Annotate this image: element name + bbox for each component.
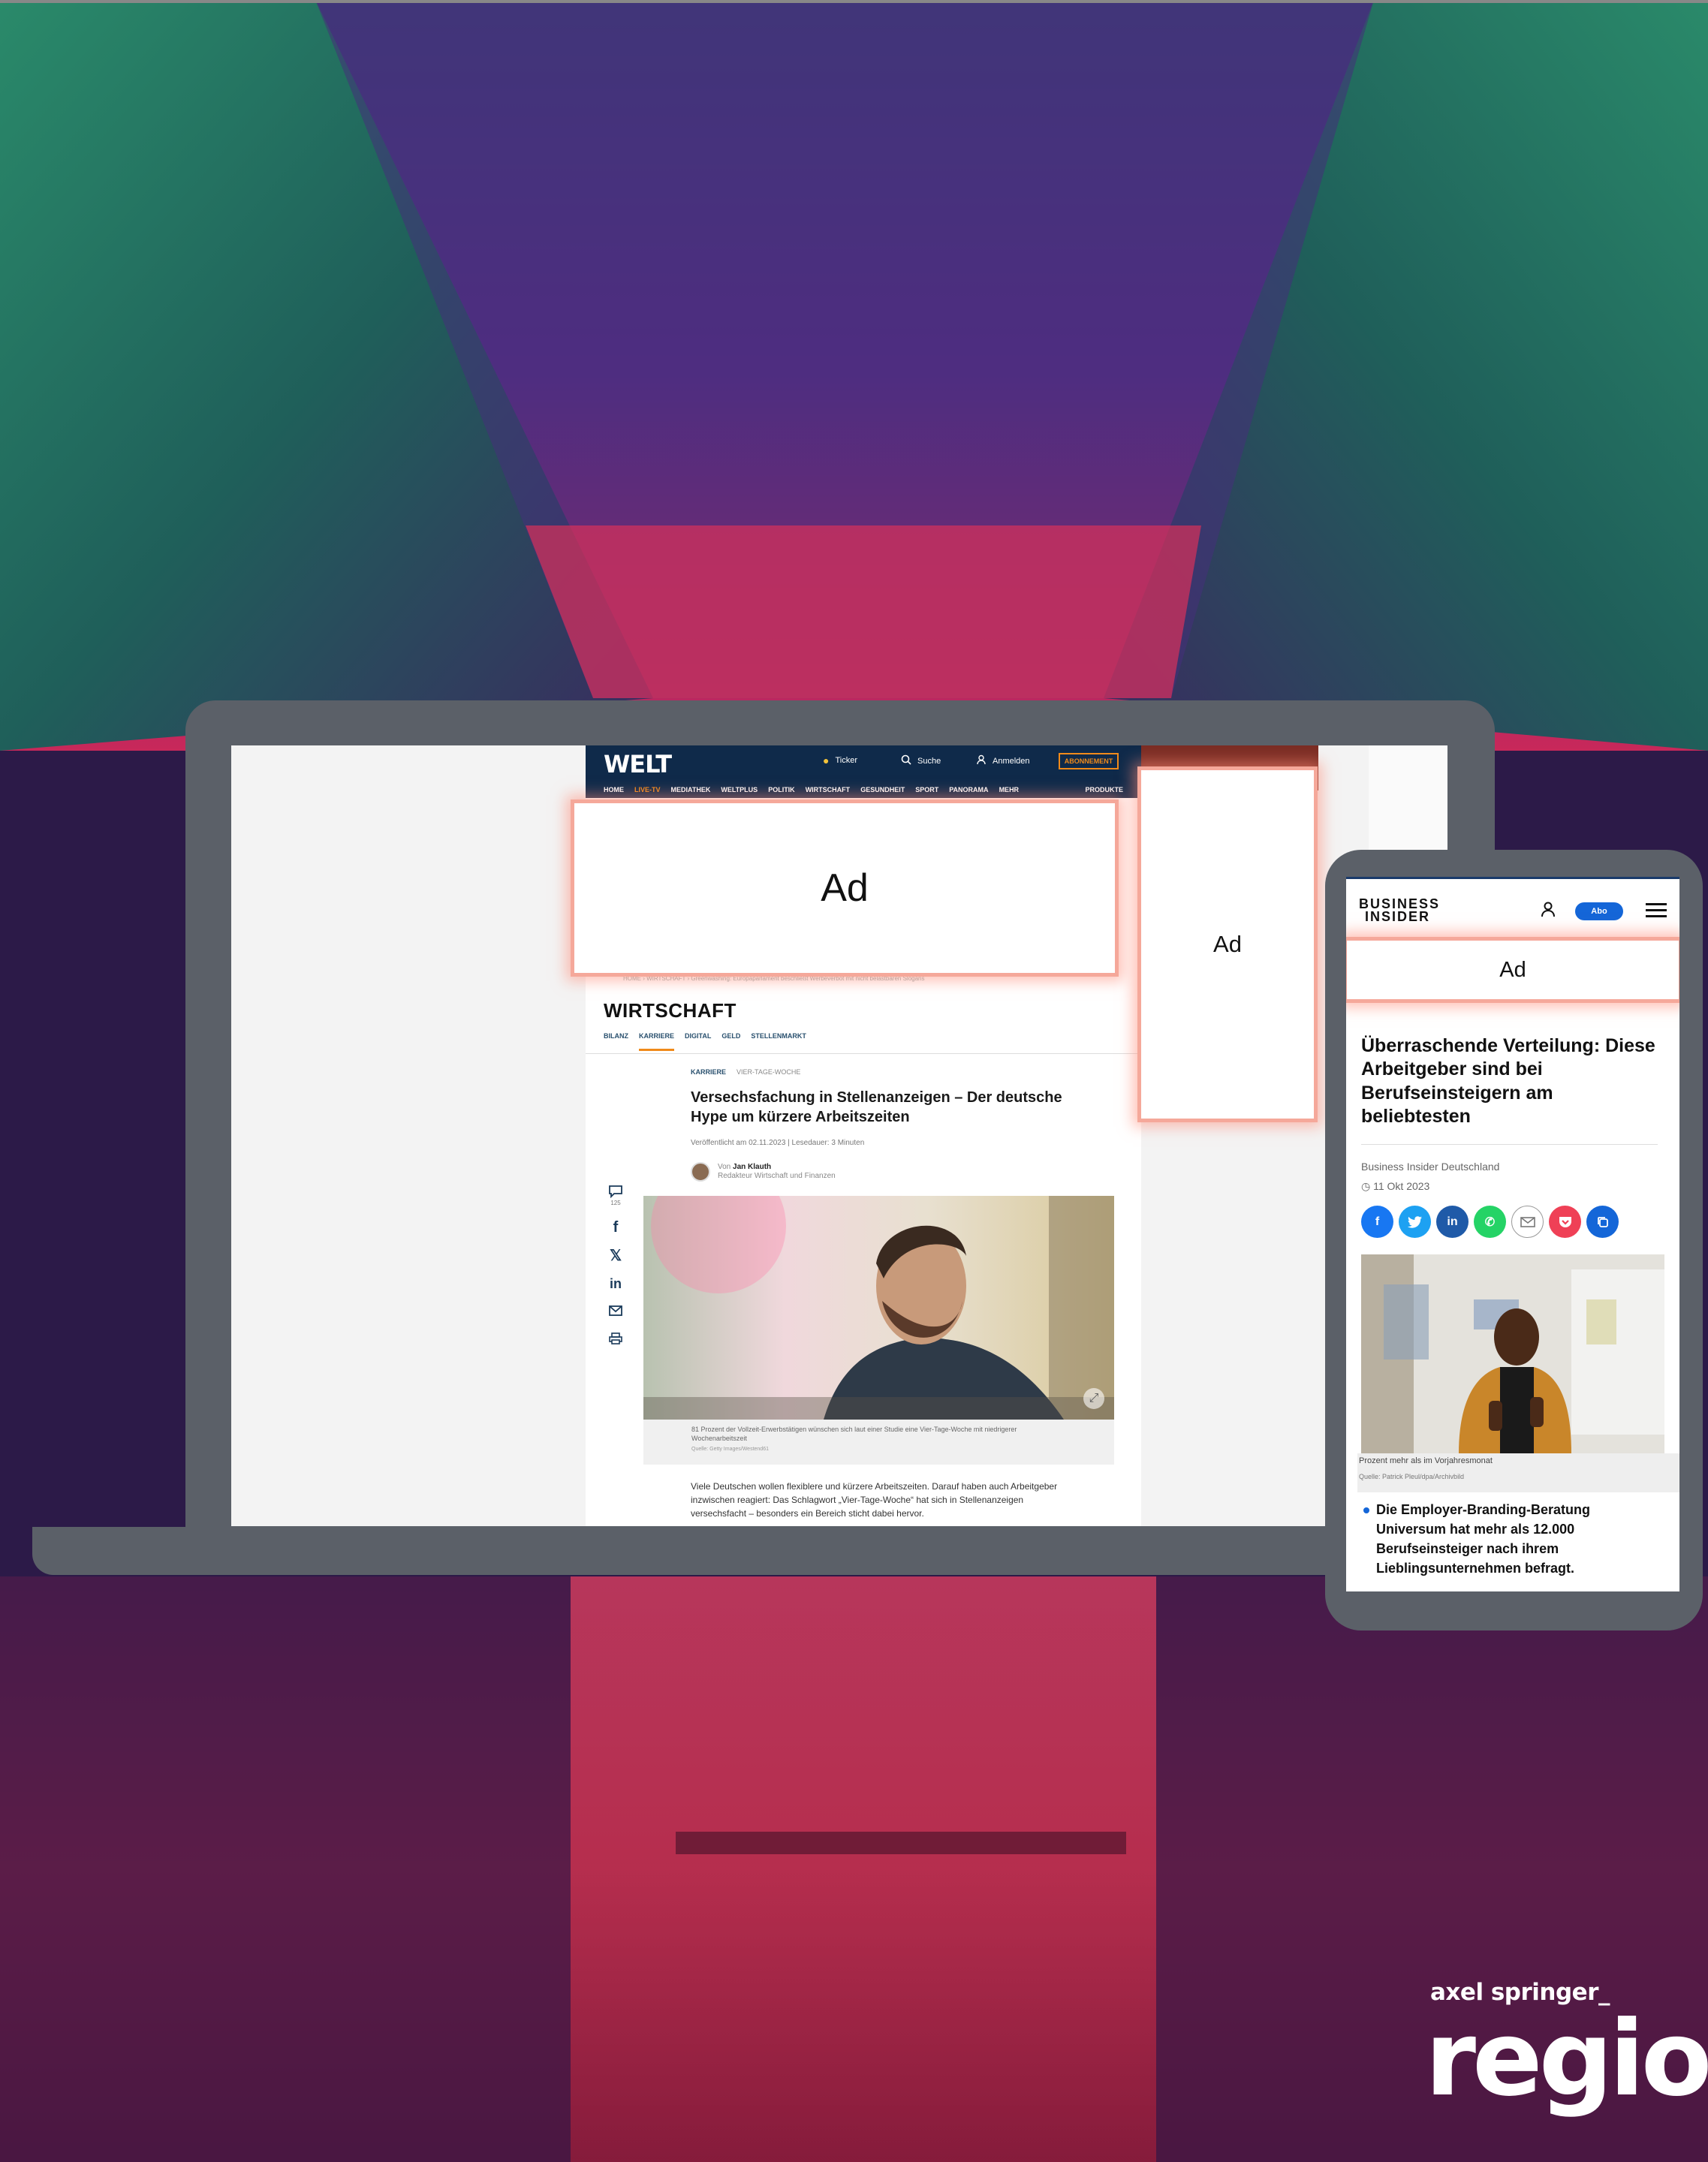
image-caption: Prozent mehr als im Vorjahresmonat Quell… — [1357, 1453, 1679, 1492]
facebook-icon[interactable]: f — [613, 1220, 619, 1235]
nav-panorama[interactable]: PANORAMA — [949, 786, 988, 793]
nav-mehr[interactable]: MEHR — [999, 786, 1020, 793]
ticker-button[interactable]: ● Ticker — [823, 754, 857, 766]
ad-skyscraper[interactable]: Ad — [1137, 766, 1318, 1122]
copy-link-icon[interactable] — [1586, 1206, 1619, 1238]
welt-main-nav: HOME LIVE-TV MEDIATHEK WELTPLUS POLITIK … — [586, 781, 1141, 798]
author-block[interactable]: Von Jan Klauth Redakteur Wirtschaft und … — [691, 1162, 836, 1182]
article-source[interactable]: Business Insider Deutschland — [1361, 1161, 1499, 1173]
twitter-icon[interactable] — [1399, 1206, 1431, 1238]
brand-logo-line2: regio — [1425, 1998, 1708, 2119]
article-headline: Versechsfachung in Stellenanzeigen – Der… — [691, 1089, 1062, 1125]
article-meta: Veröffentlicht am 02.11.2023 | Lesedauer… — [691, 1139, 865, 1147]
subnav-stellenmarkt[interactable]: STELLENMARKT — [751, 1032, 806, 1051]
article-headline: Überraschende Verteilung: Diese Arbeitge… — [1361, 1035, 1655, 1127]
image-caption: 81 Prozent der Vollzeit-Erwerbstätigen w… — [643, 1420, 1114, 1465]
avatar — [691, 1162, 710, 1182]
article-kicker: KARRIERE VIER-TAGE-WOCHE — [691, 1068, 800, 1076]
image-source: Quelle: Patrick Pleul/dpa/Archivbild — [1359, 1473, 1465, 1480]
subnav-digital[interactable]: DIGITAL — [685, 1032, 711, 1051]
user-icon[interactable] — [1540, 901, 1556, 922]
phone-screen: BUSINESS INSIDER Abo Ad Überraschende Ve… — [1346, 877, 1679, 1591]
subnav-karriere[interactable]: KARRIERE — [639, 1032, 675, 1051]
article-date: ◷ 11 Okt 2023 — [1361, 1180, 1430, 1192]
linkedin-icon[interactable]: in — [1436, 1206, 1469, 1238]
laptop-screen: WELT ● Ticker Suche Anmelden ABONNEMENT … — [231, 745, 1447, 1526]
article-image[interactable] — [1361, 1254, 1664, 1453]
kicker-topic[interactable]: VIER-TAGE-WOCHE — [737, 1068, 800, 1076]
nav-sport[interactable]: SPORT — [915, 786, 938, 793]
article-body: Viele Deutschen wollen flexiblere und kü… — [691, 1481, 1058, 1519]
nav-weltplus[interactable]: WELTPLUS — [721, 786, 758, 793]
ad-mobile-banner[interactable]: Ad — [1346, 937, 1679, 1003]
kicker-tag[interactable]: KARRIERE — [691, 1068, 726, 1076]
x-icon[interactable]: 𝕏 — [610, 1248, 622, 1263]
article-image[interactable]: ⤢ — [643, 1196, 1114, 1420]
comment-count: 125 — [610, 1200, 621, 1206]
summary-bullet: Die Employer-Branding-Beratung Universum… — [1361, 1500, 1654, 1578]
clock-icon: ◷ — [1361, 1180, 1371, 1192]
section-subnav: BILANZ KARRIERE DIGITAL GELD STELLENMARK… — [604, 1032, 806, 1051]
search-icon — [901, 754, 911, 767]
nav-live-tv[interactable]: LIVE-TV — [634, 786, 661, 793]
image-source: Quelle: Getty Images/Westend61 — [691, 1447, 769, 1453]
pocket-icon[interactable] — [1549, 1206, 1581, 1238]
author-role: Redakteur Wirtschaft und Finanzen — [718, 1172, 836, 1180]
email-icon[interactable] — [609, 1304, 622, 1319]
author-name[interactable]: Jan Klauth — [733, 1163, 771, 1171]
nav-gesundheit[interactable]: GESUNDHEIT — [860, 786, 905, 793]
nav-home[interactable]: HOME — [604, 786, 624, 793]
laptop-base — [32, 1527, 1495, 1575]
nav-wirtschaft[interactable]: WIRTSCHAFT — [806, 786, 851, 793]
share-bar: 125 f 𝕏 in — [601, 1185, 631, 1347]
abo-button[interactable]: Abo — [1575, 902, 1623, 920]
login-button[interactable]: Anmelden — [976, 754, 1030, 767]
ad-leaderboard[interactable]: Ad — [571, 799, 1119, 977]
linkedin-icon[interactable]: in — [610, 1277, 622, 1290]
subnav-bilanz[interactable]: BILANZ — [604, 1032, 628, 1051]
facebook-icon[interactable]: f — [1361, 1206, 1393, 1238]
nav-politik[interactable]: POLITIK — [768, 786, 795, 793]
ticker-icon: ● — [823, 754, 830, 766]
nav-mediathek[interactable]: MEDIATHEK — [671, 786, 711, 793]
nav-produkte[interactable]: PRODUKTE — [1085, 786, 1123, 793]
whatsapp-icon[interactable]: ✆ — [1474, 1206, 1506, 1238]
subnav-geld[interactable]: GELD — [721, 1032, 740, 1051]
section-title[interactable]: WIRTSCHAFT — [604, 999, 737, 1022]
search-button[interactable]: Suche — [901, 754, 941, 767]
welt-logo[interactable]: WELT — [604, 750, 672, 778]
email-icon[interactable] — [1511, 1206, 1544, 1238]
expand-icon[interactable]: ⤢ — [1083, 1388, 1104, 1409]
comment-icon[interactable]: 125 — [608, 1185, 623, 1206]
bi-logo[interactable]: BUSINESS INSIDER — [1359, 897, 1440, 923]
menu-icon[interactable] — [1646, 901, 1667, 923]
share-bar: f in ✆ — [1361, 1206, 1619, 1238]
subscribe-button[interactable]: ABONNEMENT — [1059, 753, 1119, 769]
user-icon — [976, 754, 987, 767]
print-icon[interactable] — [609, 1332, 622, 1347]
